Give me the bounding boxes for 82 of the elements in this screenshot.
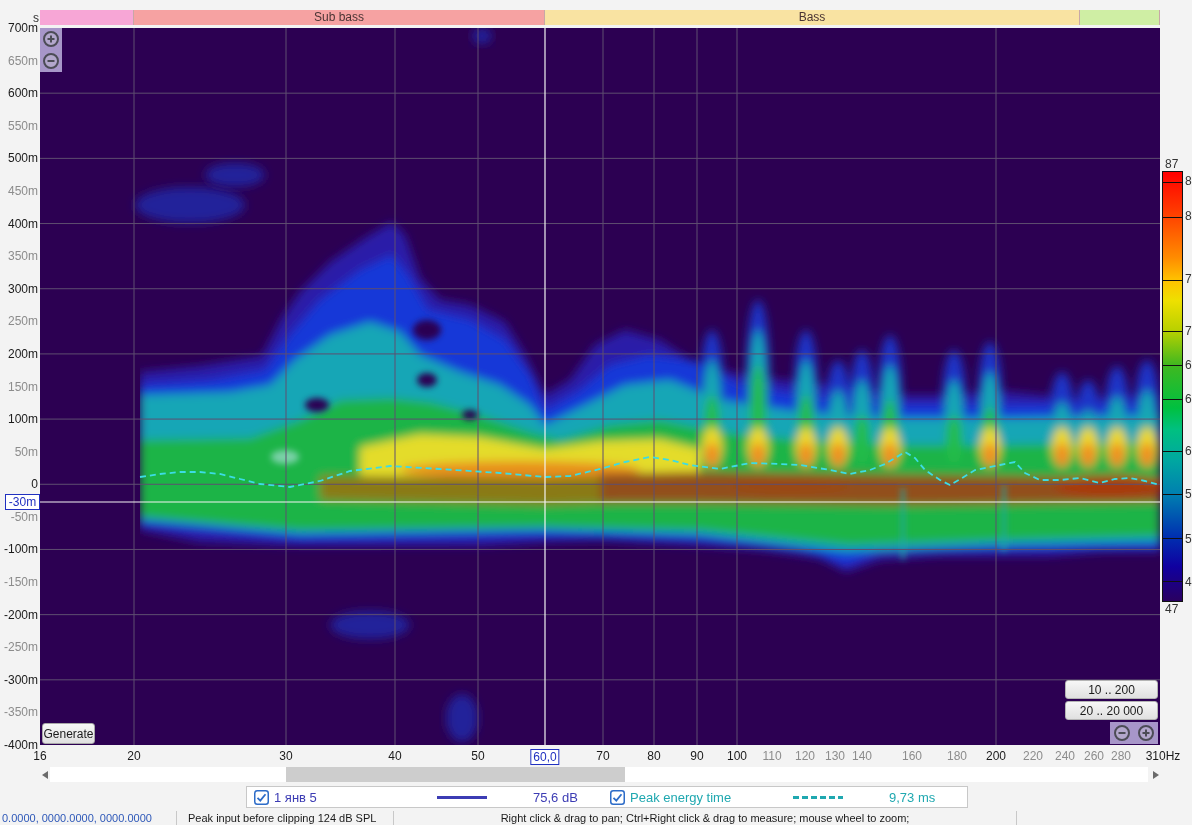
y-axis-label: 500m bbox=[7, 151, 38, 165]
y-axis-label: 400m bbox=[7, 217, 38, 231]
scale-label: 6 bbox=[1185, 444, 1192, 458]
x-axis-label: 16 bbox=[33, 749, 47, 763]
x-axis-label: 120 bbox=[795, 749, 815, 763]
scale-label: 6 bbox=[1185, 358, 1192, 372]
y-axis-label: -400m bbox=[4, 738, 38, 752]
x-axis-label: 80 bbox=[647, 749, 661, 763]
cursor-readout: 60,0 bbox=[530, 749, 560, 765]
frequency-band: Bass bbox=[545, 10, 1080, 25]
x-axis-label: 50 bbox=[471, 749, 485, 763]
y-axis-label: -250m bbox=[4, 640, 38, 654]
color-blob bbox=[472, 28, 492, 44]
x-axis-label: 240 bbox=[1055, 749, 1075, 763]
scrollbar-track[interactable] bbox=[50, 767, 1148, 782]
status-text: Right click & drag to pan; Ctrl+Right click & drag to measure; mouse wheel to zoom; bbox=[500, 812, 910, 824]
y-axis-label: 600m bbox=[7, 86, 38, 100]
x-axis-label: 180 bbox=[947, 749, 967, 763]
scale-label: 6 bbox=[1185, 392, 1192, 406]
x-axis-label: 160 bbox=[902, 749, 922, 763]
x-axis-label: 280 bbox=[1111, 749, 1131, 763]
scale-label: 8 bbox=[1185, 174, 1192, 188]
scale-label: 4 bbox=[1185, 575, 1192, 589]
scale-label: 8 bbox=[1185, 209, 1192, 223]
scale-label: 87 bbox=[1164, 157, 1180, 171]
checkbox[interactable] bbox=[610, 789, 625, 805]
y-axis-label: -350m bbox=[4, 705, 38, 719]
scale-label: 47 bbox=[1164, 602, 1180, 616]
x-axis-label: 100 bbox=[727, 749, 747, 763]
legend-label: Peak energy time bbox=[630, 789, 733, 805]
checkbox[interactable] bbox=[254, 789, 269, 805]
legend-label: 1 янв 5 bbox=[274, 789, 318, 805]
spectrogram-plot[interactable]: Generate 10 .. 200 20 .. 20 000 bbox=[40, 28, 1160, 745]
zoom-out-icon[interactable] bbox=[1114, 725, 1130, 741]
y-axis-label: 0 bbox=[31, 477, 38, 491]
zoom-out-icon[interactable] bbox=[43, 53, 59, 69]
scale-label: 7 bbox=[1185, 324, 1192, 338]
y-axis-label: 250m bbox=[7, 314, 38, 328]
x-axis-label: 110 bbox=[762, 749, 782, 763]
y-axis-label: 200m bbox=[7, 347, 38, 361]
scroll-left-icon[interactable] bbox=[42, 770, 48, 779]
range-button[interactable]: 10 .. 200 bbox=[1065, 680, 1158, 699]
x-axis-label: 130 bbox=[825, 749, 845, 763]
y-axis-label: 550m bbox=[7, 119, 38, 133]
frequency-band: Sub bass bbox=[134, 10, 545, 25]
y-axis-label: 350m bbox=[7, 249, 38, 263]
scroll-right-icon[interactable] bbox=[1153, 770, 1159, 779]
legend-value: 9,73 ms bbox=[889, 789, 936, 805]
y-axis-label: -100m bbox=[4, 542, 38, 556]
scale-label: 7 bbox=[1185, 272, 1192, 286]
x-axis-label: 200 bbox=[986, 749, 1006, 763]
zoom-in-icon[interactable] bbox=[1138, 725, 1154, 741]
y-axis-label: 100m bbox=[7, 412, 38, 426]
scale-label: 5 bbox=[1185, 532, 1192, 546]
legend-value: 75,6 dB bbox=[533, 789, 578, 805]
x-axis-label: 30 bbox=[279, 749, 293, 763]
y-axis-label: 50m bbox=[14, 445, 38, 459]
cursor-readout: -30m bbox=[5, 494, 40, 510]
status-text: 0.0000, 0000.0000, 0000.0000 bbox=[2, 812, 152, 824]
x-axis-label: 70 bbox=[596, 749, 610, 763]
range-button[interactable]: 20 .. 20 000 bbox=[1065, 701, 1158, 720]
x-axis-label: 310Hz bbox=[1145, 749, 1181, 763]
generate-button[interactable]: Generate bbox=[42, 723, 95, 744]
y-axis-label: -300m bbox=[4, 673, 38, 687]
zoom-in-icon[interactable] bbox=[43, 31, 59, 47]
y-axis-label: 300m bbox=[7, 282, 38, 296]
y-axis-label: 150m bbox=[7, 380, 38, 393]
y-axis-label: -50m bbox=[10, 510, 38, 524]
scale-label: 5 bbox=[1185, 487, 1192, 501]
color-blob bbox=[446, 694, 478, 742]
x-axis-label: 40 bbox=[388, 749, 402, 763]
y-axis-label: -200m bbox=[4, 608, 38, 622]
x-axis-label: 90 bbox=[690, 749, 704, 763]
x-axis-label: 260 bbox=[1084, 749, 1104, 763]
y-axis-label: -150m bbox=[4, 575, 38, 589]
x-axis-label: 20 bbox=[127, 749, 141, 763]
x-axis-label: 140 bbox=[852, 749, 872, 763]
status-text: Peak input before clipping 124 dB SPL bbox=[188, 812, 377, 824]
y-axis-label: 450m bbox=[7, 184, 38, 198]
x-axis-label: 220 bbox=[1023, 749, 1043, 763]
y-axis-label: 650m bbox=[7, 54, 38, 68]
scrollbar-thumb[interactable] bbox=[286, 767, 625, 782]
